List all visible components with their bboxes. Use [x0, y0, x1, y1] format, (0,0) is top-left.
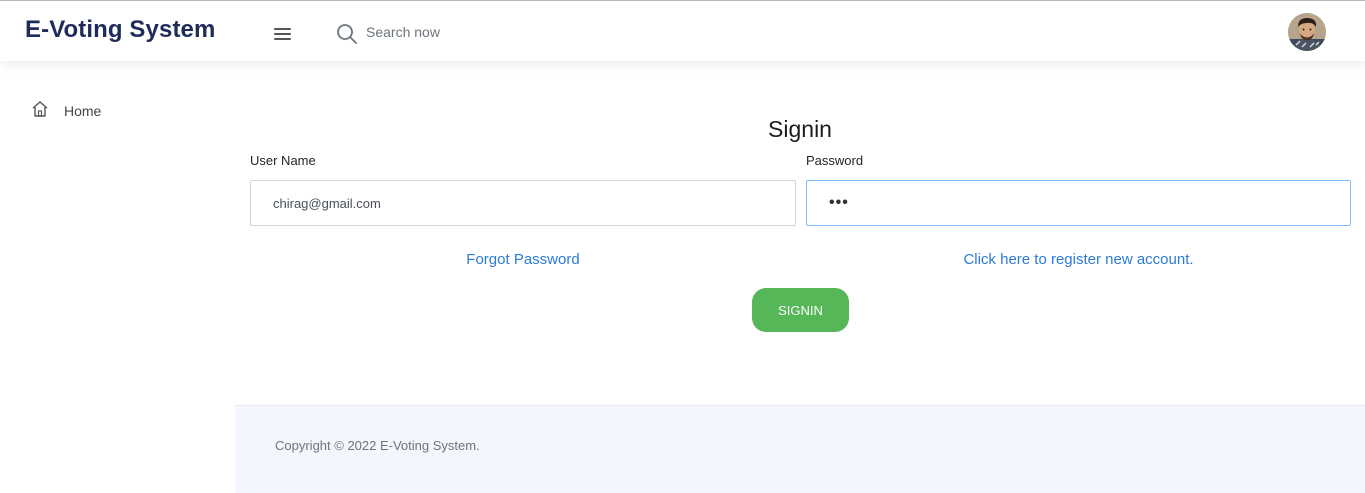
- username-input[interactable]: [250, 180, 796, 226]
- register-link[interactable]: Click here to register new account.: [806, 251, 1351, 268]
- footer: Copyright © 2022 E-Voting System.: [235, 405, 1365, 493]
- password-input[interactable]: •••: [806, 180, 1351, 226]
- home-icon: [30, 99, 50, 124]
- signin-form: Signin User Name Password ••• Forgot Pas…: [235, 61, 1365, 405]
- search-input[interactable]: [366, 19, 586, 45]
- sidebar-item-label: Home: [64, 103, 102, 119]
- password-label: Password: [806, 153, 864, 168]
- page-title: Signin: [768, 116, 832, 142]
- username-label: User Name: [250, 153, 316, 168]
- hamburger-menu-icon[interactable]: [273, 26, 293, 42]
- signin-button[interactable]: SIGNIN: [752, 288, 849, 332]
- sidebar-item-home[interactable]: Home: [30, 99, 210, 123]
- forgot-password-link[interactable]: Forgot Password: [250, 251, 796, 268]
- password-masked-value: •••: [829, 194, 849, 211]
- search-icon[interactable]: [336, 23, 358, 45]
- sidebar: Home: [0, 61, 235, 493]
- copyright-text: Copyright © 2022 E-Voting System.: [275, 438, 480, 453]
- brand-title[interactable]: E-Voting System: [25, 16, 215, 44]
- top-navbar: E-Voting System: [0, 0, 1365, 61]
- user-avatar[interactable]: [1288, 13, 1326, 51]
